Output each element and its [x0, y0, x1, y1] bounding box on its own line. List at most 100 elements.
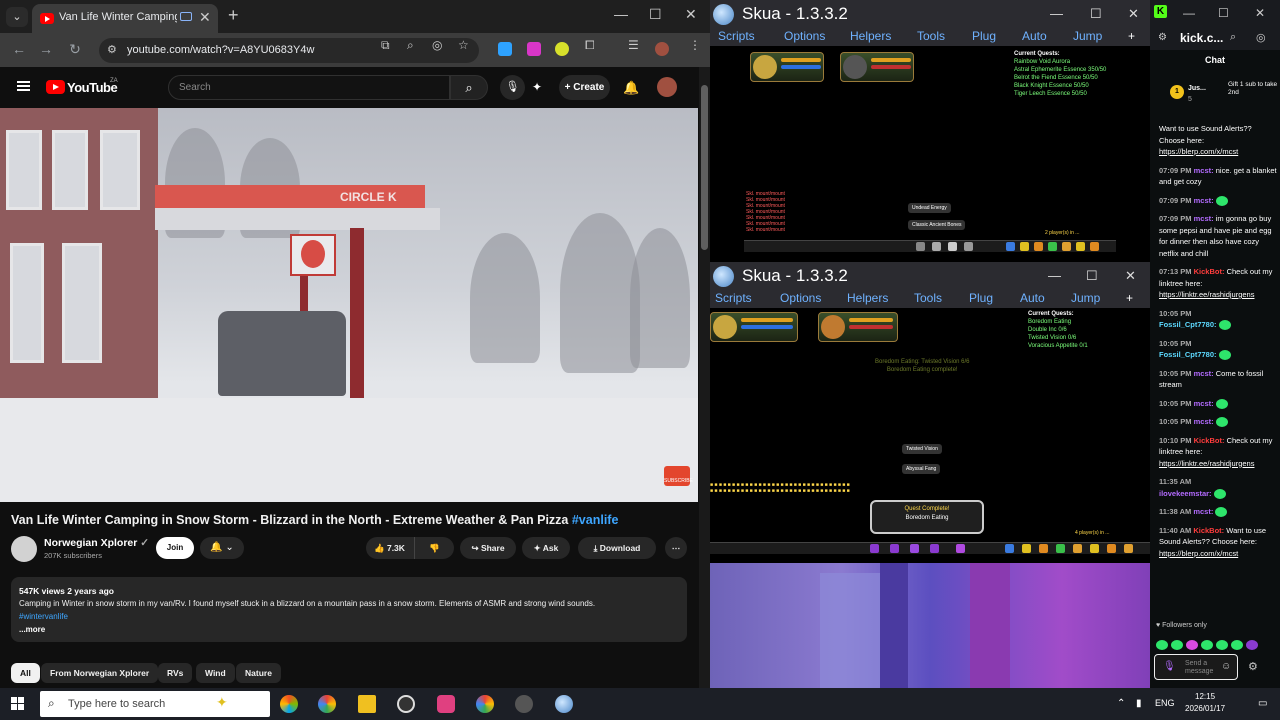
- message-user[interactable]: mcst:: [1194, 166, 1214, 175]
- emote-icon[interactable]: [1231, 639, 1243, 650]
- message-link[interactable]: https://linktr.ee/rashidjurgens: [1159, 290, 1254, 299]
- menu-slot[interactable]: [1107, 544, 1116, 553]
- maximize-button[interactable]: ☐: [1218, 6, 1229, 20]
- skill-slot[interactable]: [870, 544, 879, 553]
- minimize-button[interactable]: —: [1050, 6, 1063, 21]
- copilot-app-icon[interactable]: [280, 695, 298, 713]
- chat-message-input[interactable]: 🎙 Send a message ☺: [1154, 654, 1238, 680]
- menu-tools[interactable]: Tools: [917, 29, 945, 43]
- show-hidden-icons-chevron-icon[interactable]: ⌃: [1117, 698, 1125, 709]
- system-clock[interactable]: 12:15 2026/01/17: [1185, 691, 1225, 715]
- menu-plug[interactable]: Plug: [972, 29, 996, 43]
- menu-slot[interactable]: [1034, 242, 1043, 251]
- maximize-button[interactable]: ☐: [649, 6, 662, 23]
- game-viewport[interactable]: Current Quests: Rainbow Void Aurora Astr…: [710, 46, 1150, 262]
- message-user[interactable]: KickBot:: [1194, 267, 1225, 276]
- skill-slot[interactable]: [932, 242, 941, 251]
- message-link[interactable]: https://blerp.com/x/mcst: [1159, 549, 1238, 558]
- extension-icon[interactable]: [527, 42, 541, 56]
- description-hashtag[interactable]: #wintervanlife: [19, 612, 68, 621]
- emote-icon[interactable]: [1156, 639, 1168, 650]
- share-button[interactable]: ↪ Share: [460, 537, 516, 559]
- menu-auto[interactable]: Auto: [1022, 29, 1047, 43]
- maximize-button[interactable]: ☐: [1090, 6, 1102, 22]
- back-button[interactable]: ←: [9, 41, 29, 57]
- menu-slot[interactable]: [1090, 242, 1099, 251]
- channel-avatar[interactable]: [11, 536, 37, 562]
- menu-slot[interactable]: [1048, 242, 1057, 251]
- emote-icon[interactable]: [1246, 639, 1258, 650]
- zoom-icon[interactable]: ⌕: [407, 38, 414, 53]
- message-user[interactable]: KickBot:: [1194, 436, 1225, 445]
- message-link[interactable]: https://blerp.com/x/mcst: [1159, 147, 1238, 156]
- eye-off-icon[interactable]: ◎: [432, 38, 442, 52]
- action-hotbar[interactable]: [744, 240, 1116, 252]
- add-tab-button[interactable]: +: [1126, 291, 1133, 305]
- skill-slot[interactable]: [890, 544, 899, 553]
- menu-options[interactable]: Options: [780, 291, 821, 305]
- eye-off-icon[interactable]: ◎: [1256, 31, 1266, 44]
- minimize-button[interactable]: —: [1183, 6, 1195, 20]
- file-explorer-icon[interactable]: [358, 695, 376, 713]
- search-button[interactable]: ⌕: [450, 75, 488, 100]
- chip-rvs[interactable]: RVs: [158, 663, 193, 683]
- video-title-hashtag[interactable]: #vanlife: [572, 513, 619, 527]
- emote-icon[interactable]: [1201, 639, 1213, 650]
- skill-slot[interactable]: [956, 544, 965, 553]
- message-user[interactable]: ilovekeemstar:: [1159, 489, 1212, 498]
- menu-slot[interactable]: [1073, 544, 1082, 553]
- ask-sparkle-icon[interactable]: ✦: [532, 80, 542, 94]
- reading-list-icon[interactable]: ☰: [628, 38, 639, 52]
- pinned-gifter[interactable]: 1 Jus... 5 Gift 1 sub to take 2nd: [1170, 81, 1278, 103]
- add-tab-button[interactable]: +: [1128, 29, 1135, 43]
- message-user[interactable]: KickBot:: [1193, 526, 1224, 535]
- menu-slot[interactable]: [1090, 544, 1099, 553]
- more-actions-button[interactable]: ⋯: [665, 537, 687, 559]
- tab-youtube[interactable]: Van Life Winter Camping in ✕: [32, 4, 218, 33]
- create-button[interactable]: + Create: [559, 75, 610, 100]
- extension-icon[interactable]: [498, 42, 512, 56]
- message-user[interactable]: mcst:: [1194, 399, 1214, 408]
- subscribed-bell-button[interactable]: 🔔 ⌄: [200, 537, 244, 559]
- open-in-app-icon[interactable]: ⧉: [381, 38, 390, 53]
- message-user[interactable]: mcst:: [1194, 417, 1214, 426]
- menu-scripts[interactable]: Scripts: [715, 291, 752, 305]
- menu-slot[interactable]: [1124, 544, 1133, 553]
- subscribe-watermark[interactable]: SUBSCRIBE: [664, 466, 693, 486]
- chip-wind[interactable]: Wind: [196, 663, 235, 683]
- taskbar-search-input[interactable]: ⌕ Type here to search ✦: [40, 691, 270, 717]
- ask-button[interactable]: ✦ Ask: [522, 537, 570, 559]
- notifications-bell-icon[interactable]: 🔔: [623, 80, 639, 96]
- extensions-puzzle-icon[interactable]: ⧠: [585, 38, 595, 53]
- site-settings-icon[interactable]: ⚙: [1158, 32, 1167, 43]
- tab-search-button[interactable]: ⌄: [6, 7, 28, 27]
- page-scrollbar[interactable]: [699, 67, 710, 688]
- game-viewport[interactable]: Current Quests: Boredom Eating Double In…: [710, 308, 1150, 563]
- new-tab-button[interactable]: +: [228, 5, 239, 26]
- close-window-button[interactable]: ✕: [685, 6, 697, 23]
- menu-jump[interactable]: Jump: [1073, 29, 1102, 43]
- reload-button[interactable]: ↻: [65, 41, 85, 58]
- tab-close-icon[interactable]: ✕: [199, 9, 211, 26]
- emote-icon[interactable]: [1171, 639, 1183, 650]
- language-indicator[interactable]: ENG: [1155, 698, 1175, 708]
- menu-helpers[interactable]: Helpers: [847, 291, 888, 305]
- skill-slot[interactable]: [948, 242, 957, 251]
- skill-slot[interactable]: [910, 544, 919, 553]
- chip-nature[interactable]: Nature: [236, 663, 281, 683]
- download-button[interactable]: ⤓ Download: [578, 537, 656, 559]
- menu-helpers[interactable]: Helpers: [850, 29, 891, 43]
- message-user[interactable]: Fossil_Cpt7780:: [1159, 320, 1217, 329]
- chrome-app-icon[interactable]: [318, 695, 336, 713]
- forward-button[interactable]: →: [36, 41, 56, 57]
- settings-gear-icon[interactable]: [515, 695, 533, 713]
- emoji-icon[interactable]: ☺: [1221, 661, 1231, 672]
- omnibox[interactable]: ⚙ youtube.com/watch?v=A8YU0683Y4w: [99, 38, 479, 63]
- youtube-search-input[interactable]: Search: [168, 75, 450, 100]
- show-more-link[interactable]: ...more: [19, 625, 45, 634]
- close-button[interactable]: ✕: [1125, 268, 1136, 284]
- menu-slot[interactable]: [1039, 544, 1048, 553]
- join-button[interactable]: Join: [156, 537, 194, 559]
- extension-icon[interactable]: [555, 42, 569, 56]
- menu-plug[interactable]: Plug: [969, 291, 993, 305]
